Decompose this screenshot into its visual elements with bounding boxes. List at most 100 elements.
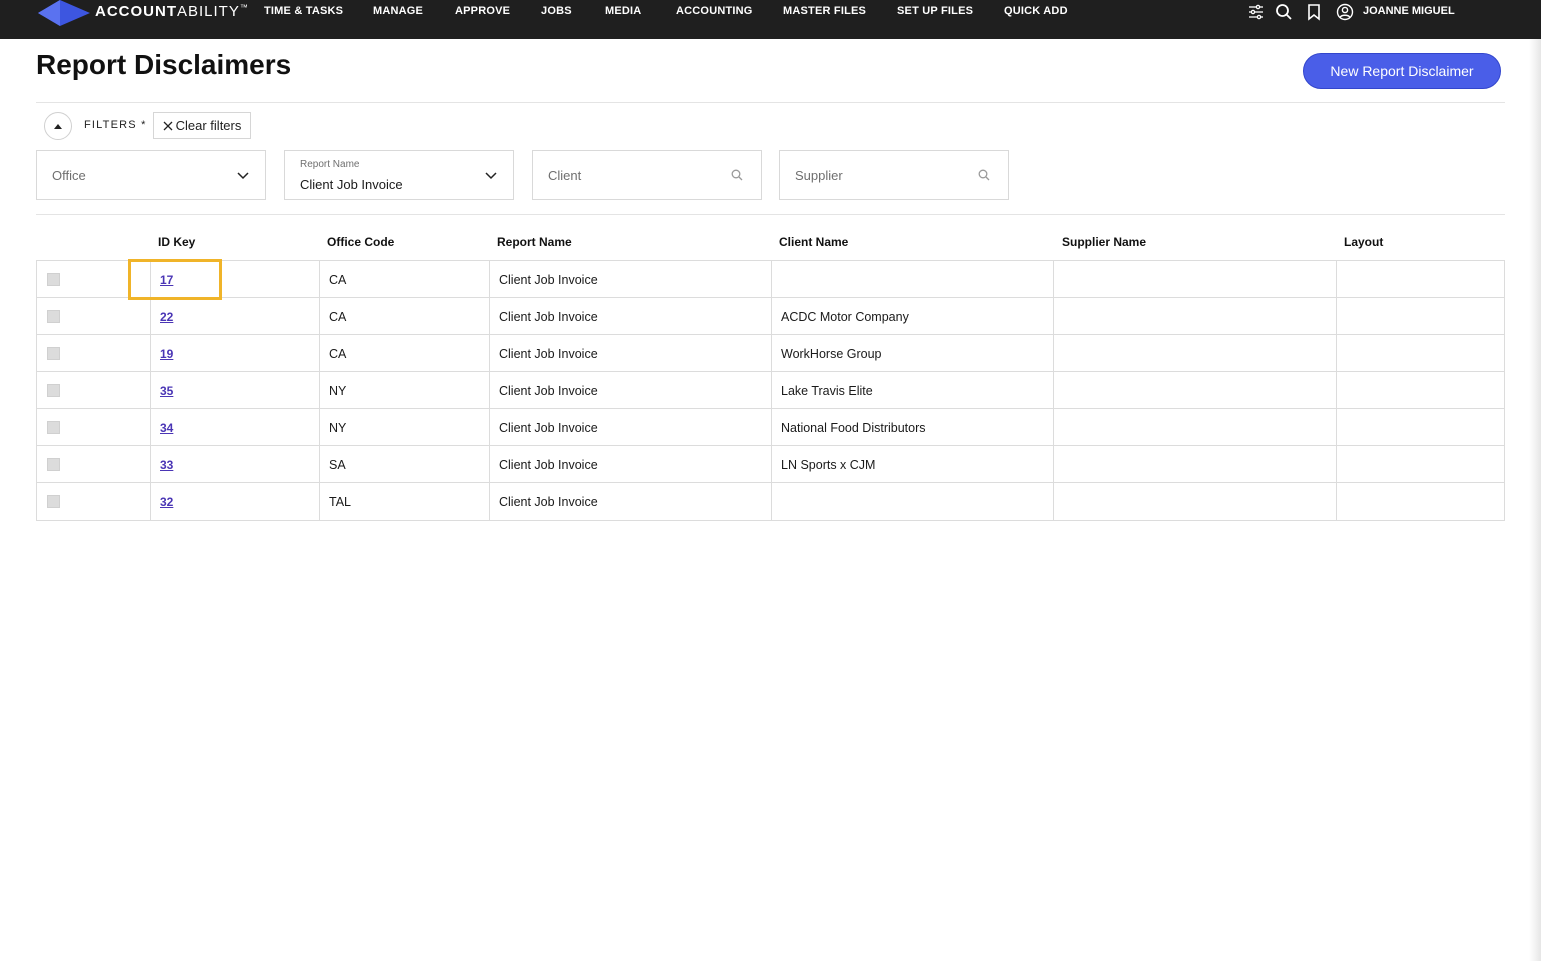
nav-jobs[interactable]: JOBS bbox=[541, 5, 572, 17]
table-row[interactable]: 35 NY Client Job Invoice Lake Travis Elite bbox=[37, 372, 1504, 409]
row-checkbox[interactable] bbox=[47, 347, 60, 360]
cell-client: National Food Distributors bbox=[771, 409, 1053, 446]
diamond-logo-icon bbox=[38, 0, 90, 26]
chevron-down-icon bbox=[237, 172, 249, 180]
row-select-cell bbox=[37, 335, 150, 372]
bookmark-icon[interactable] bbox=[1305, 3, 1323, 21]
cell-office: CA bbox=[319, 298, 489, 335]
user-circle-icon[interactable] bbox=[1336, 3, 1354, 21]
row-checkbox[interactable] bbox=[47, 458, 60, 471]
row-checkbox[interactable] bbox=[47, 310, 60, 323]
header-report-name[interactable]: Report Name bbox=[497, 235, 572, 249]
new-report-disclaimer-button[interactable]: New Report Disclaimer bbox=[1303, 53, 1501, 89]
table-row[interactable]: 19 CA Client Job Invoice WorkHorse Group bbox=[37, 335, 1504, 372]
header-client-name[interactable]: Client Name bbox=[779, 235, 848, 249]
cell-supplier bbox=[1053, 446, 1336, 483]
id-key-link[interactable]: 33 bbox=[160, 458, 173, 472]
header-id-key[interactable]: ID Key bbox=[158, 235, 195, 249]
cell-id-key: 19 bbox=[150, 335, 319, 372]
cell-office: CA bbox=[319, 335, 489, 372]
cell-client bbox=[771, 483, 1053, 520]
id-key-link[interactable]: 32 bbox=[160, 495, 173, 509]
cell-id-key: 32 bbox=[150, 483, 319, 520]
cell-layout bbox=[1336, 446, 1504, 483]
client-placeholder: Client bbox=[548, 168, 582, 183]
id-key-link[interactable]: 22 bbox=[160, 310, 173, 324]
cell-report: Client Job Invoice bbox=[489, 335, 771, 372]
cell-layout bbox=[1336, 298, 1504, 335]
cell-office: SA bbox=[319, 446, 489, 483]
supplier-search-input[interactable]: Supplier bbox=[779, 150, 1009, 200]
cell-report: Client Job Invoice bbox=[489, 261, 771, 298]
nav-approve[interactable]: APPROVE bbox=[455, 5, 510, 17]
cell-client: ACDC Motor Company bbox=[771, 298, 1053, 335]
user-name[interactable]: JOANNE MIGUEL bbox=[1363, 5, 1455, 17]
table-row[interactable]: 17 CA Client Job Invoice bbox=[37, 261, 1504, 298]
header-supplier-name[interactable]: Supplier Name bbox=[1062, 235, 1146, 249]
client-search-input[interactable]: Client bbox=[532, 150, 762, 200]
nav-quick-add[interactable]: QUICK ADD bbox=[1004, 5, 1068, 17]
nav-set-up-files[interactable]: SET UP FILES bbox=[897, 5, 973, 17]
table-header: ID Key Office Code Report Name Client Na… bbox=[36, 224, 1505, 260]
cell-office: NY bbox=[319, 409, 489, 446]
search-icon[interactable] bbox=[1275, 3, 1293, 21]
office-placeholder: Office bbox=[52, 168, 86, 183]
header-layout[interactable]: Layout bbox=[1344, 235, 1383, 249]
row-select-cell bbox=[37, 483, 150, 520]
cell-id-key: 22 bbox=[150, 298, 319, 335]
row-checkbox[interactable] bbox=[47, 495, 60, 508]
right-edge-shadow bbox=[1529, 39, 1541, 961]
table-row[interactable]: 33 SA Client Job Invoice LN Sports x CJM bbox=[37, 446, 1504, 483]
caret-up-icon bbox=[54, 124, 62, 129]
cell-layout bbox=[1336, 372, 1504, 409]
close-icon bbox=[163, 121, 173, 130]
cell-report: Client Job Invoice bbox=[489, 446, 771, 483]
row-select-cell bbox=[37, 298, 150, 335]
id-key-link[interactable]: 17 bbox=[160, 273, 173, 287]
cell-supplier bbox=[1053, 409, 1336, 446]
report-name-label: Report Name bbox=[300, 159, 360, 170]
supplier-placeholder: Supplier bbox=[795, 168, 843, 183]
header-office-code[interactable]: Office Code bbox=[327, 235, 394, 249]
report-name-value: Client Job Invoice bbox=[300, 177, 403, 192]
accountability-logo[interactable] bbox=[38, 0, 90, 26]
filters-divider bbox=[36, 214, 1505, 215]
cell-client: WorkHorse Group bbox=[771, 335, 1053, 372]
report-name-select[interactable]: Report Name Client Job Invoice bbox=[284, 150, 514, 200]
table-body: 17 CA Client Job Invoice 22 CA Client Job Inv… bbox=[36, 260, 1505, 521]
row-select-cell bbox=[37, 372, 150, 409]
table-row[interactable]: 34 NY Client Job Invoice National Food Dist… bbox=[37, 409, 1504, 446]
table-row[interactable]: 22 CA Client Job Invoice ACDC Motor Company bbox=[37, 298, 1504, 335]
cell-layout bbox=[1336, 261, 1504, 298]
cell-office: CA bbox=[319, 261, 489, 298]
cell-client: LN Sports x CJM bbox=[771, 446, 1053, 483]
table-row[interactable]: 32 TAL Client Job Invoice bbox=[37, 483, 1504, 520]
office-select[interactable]: Office bbox=[36, 150, 266, 200]
row-checkbox[interactable] bbox=[47, 421, 60, 434]
id-key-link[interactable]: 19 bbox=[160, 347, 173, 361]
page-title: Report Disclaimers bbox=[36, 49, 292, 80]
id-key-link[interactable]: 34 bbox=[160, 421, 173, 435]
clear-filters-button[interactable]: Clear filters bbox=[153, 112, 251, 139]
nav-time-tasks[interactable]: TIME & TASKS bbox=[264, 5, 343, 17]
cell-layout bbox=[1336, 335, 1504, 372]
cell-id-key: 17 bbox=[150, 261, 319, 298]
cell-supplier bbox=[1053, 372, 1336, 409]
row-checkbox[interactable] bbox=[47, 384, 60, 397]
cell-client: Lake Travis Elite bbox=[771, 372, 1053, 409]
top-navigation-bar: ACCOUNTABILITY™ TIME & TASKS MANAGE APPR… bbox=[0, 0, 1541, 39]
cell-layout bbox=[1336, 409, 1504, 446]
search-icon bbox=[731, 169, 743, 181]
collapse-filters-button[interactable] bbox=[44, 112, 72, 140]
search-icon bbox=[978, 169, 990, 181]
cell-report: Client Job Invoice bbox=[489, 409, 771, 446]
sliders-icon[interactable] bbox=[1247, 3, 1265, 21]
id-key-link[interactable]: 35 bbox=[160, 384, 173, 398]
row-select-cell bbox=[37, 446, 150, 483]
cell-client bbox=[771, 261, 1053, 298]
nav-accounting[interactable]: ACCOUNTING bbox=[676, 5, 753, 17]
nav-media[interactable]: MEDIA bbox=[605, 5, 641, 17]
row-checkbox[interactable] bbox=[47, 273, 60, 286]
nav-manage[interactable]: MANAGE bbox=[373, 5, 423, 17]
nav-master-files[interactable]: MASTER FILES bbox=[783, 5, 866, 17]
